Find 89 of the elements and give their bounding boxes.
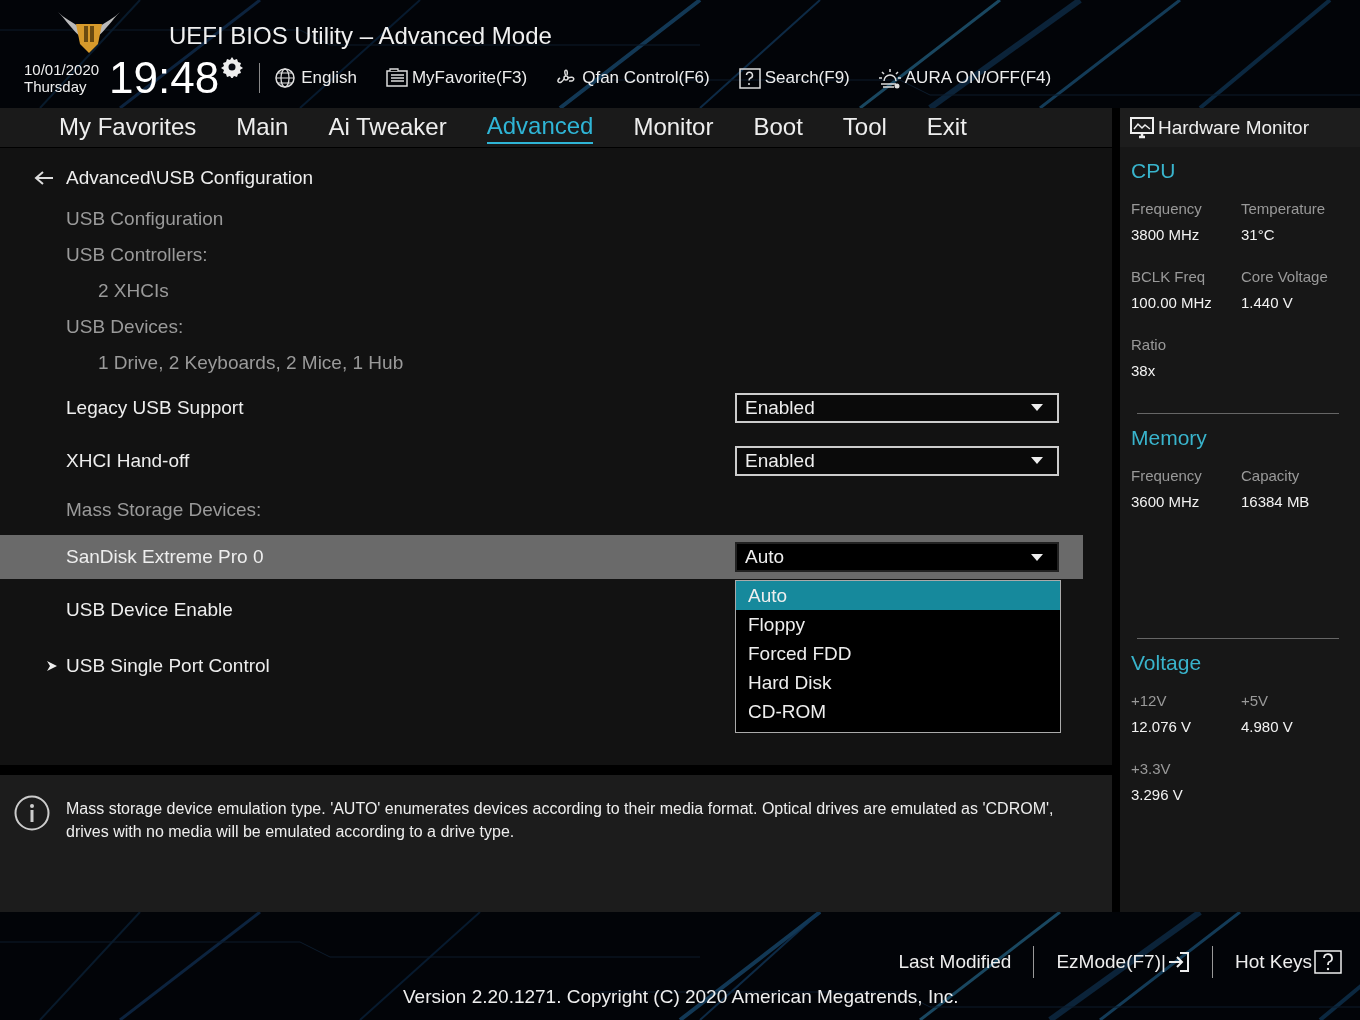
setting-label: SanDisk Extreme Pro 0 <box>66 546 264 568</box>
section-title: Voltage <box>1131 651 1203 675</box>
toolbar-button[interactable]: Search(F9) <box>737 66 850 90</box>
menu-tab[interactable]: Monitor <box>633 112 714 143</box>
reading-value: 3600 MHz <box>1131 492 1201 512</box>
menu-tab[interactable]: Boot <box>753 112 803 143</box>
info-icon <box>14 795 50 831</box>
setting-row[interactable]: USB Devices: <box>0 309 666 345</box>
setting-row[interactable]: 2 XHCIs <box>0 273 698 309</box>
menu-tab[interactable]: Exit <box>926 112 967 143</box>
info-text: 2 XHCIs <box>98 280 169 302</box>
help-icon <box>737 66 762 90</box>
reading-label: Frequency <box>1131 466 1203 486</box>
reading-label: Temperature <box>1241 199 1327 219</box>
section-title: CPU <box>1131 159 1177 183</box>
reading-value: 100.00 MHz <box>1131 293 1213 313</box>
reading-value: 31°C <box>1241 225 1276 245</box>
reading-label: Frequency <box>1131 199 1203 219</box>
info-text: USB Controllers: <box>66 244 208 266</box>
caret-icon <box>1031 457 1043 464</box>
footer-button[interactable]: Hot Keys <box>1234 950 1342 974</box>
footer-button[interactable]: Last Modified <box>898 951 1012 973</box>
reading-value: 4.980 V <box>1241 717 1294 737</box>
setting-row[interactable]: USB Controllers: <box>0 237 666 273</box>
caret-icon <box>1031 553 1043 561</box>
setting-row[interactable]: Legacy USB Support Enabled <box>0 381 1083 434</box>
reading-label: +3.3V <box>1131 759 1172 779</box>
toolbar-button[interactable]: MyFavorite(F3) <box>384 66 528 90</box>
reading-value: 3.296 V <box>1131 785 1184 805</box>
dropdown-option[interactable]: Hard Disk <box>736 668 1060 697</box>
menu-tab[interactable]: My Favorites <box>59 112 197 143</box>
reading-label: +12V <box>1131 691 1168 711</box>
reading-value: 3800 MHz <box>1131 225 1201 245</box>
dropdown-option[interactable]: CD-ROM <box>736 697 1060 726</box>
reading-value: 38x <box>1131 361 1157 381</box>
reading-label: Core Voltage <box>1241 267 1329 287</box>
breadcrumb-text: Advanced\USB Configuration <box>66 167 314 189</box>
caret-icon <box>1031 404 1043 411</box>
toolbar-button[interactable]: English <box>274 66 357 90</box>
help-icon <box>1314 950 1342 974</box>
monitor-icon <box>1130 115 1154 140</box>
back-arrow-icon <box>34 170 54 186</box>
footer-button[interactable]: EzMode(F7)| <box>1056 951 1190 973</box>
submenu-arrow-icon <box>46 659 58 672</box>
panel-title: Hardware Monitor <box>1158 116 1309 139</box>
info-text: USB Configuration <box>66 208 224 230</box>
menu-tab[interactable]: Ai Tweaker <box>328 112 447 143</box>
setting-row[interactable]: XHCI Hand-off Enabled <box>0 434 1083 487</box>
reading-label: +5V <box>1241 691 1270 711</box>
setting-row[interactable]: Mass Storage Devices: <box>0 487 666 533</box>
setting-label: XHCI Hand-off <box>66 449 190 472</box>
dropdown-option[interactable]: Floppy <box>736 610 1060 639</box>
setting-label: USB Device Enable <box>66 599 233 621</box>
reading-value: 12.076 V <box>1131 717 1193 737</box>
reading-label: Capacity <box>1241 466 1301 486</box>
reading-value: 16384 MB <box>1241 492 1311 512</box>
section-title: Memory <box>1131 426 1208 450</box>
info-text: 1 Drive, 2 Keyboards, 2 Mice, 1 Hub <box>98 352 404 374</box>
version-text: Version 2.20.1271. Copyright (C) 2020 American Megatrends, Inc. <box>403 986 959 1008</box>
setting-row[interactable]: USB Device Enable <box>0 582 666 638</box>
setting-label: USB Single Port Control <box>66 654 270 677</box>
setting-row[interactable]: USB Configuration <box>0 201 666 237</box>
setting-row[interactable]: 1 Drive, 2 Keyboards, 2 Mice, 1 Hub <box>0 345 698 381</box>
menu-tab[interactable]: Advanced <box>486 111 594 144</box>
toolbar-button[interactable]: AURA ON/OFF(F4) <box>877 66 1052 90</box>
lamp-icon <box>877 66 902 90</box>
reading-label: Ratio <box>1131 335 1168 355</box>
weekday-text: Thursday <box>24 78 88 95</box>
reading-value: 1.440 V <box>1241 293 1294 313</box>
list-icon <box>384 66 409 90</box>
help-text: Mass storage device emulation type. 'AUTO' enumerates devices according to their media format. Optical drives are emulated as 'CDROM', drives with no media will be emulated according to a drive type. <box>66 799 1055 842</box>
clock-text: 19:48 <box>109 54 220 102</box>
exit-arrow-icon <box>1167 952 1190 972</box>
dropdown-field[interactable]: Enabled <box>735 392 1059 423</box>
settings-icon <box>221 56 244 78</box>
dropdown-field[interactable]: Enabled <box>735 445 1059 476</box>
setting-row[interactable]: USB Single Port Control <box>0 638 666 693</box>
setting-label: Legacy USB Support <box>66 396 244 419</box>
dropdown-option[interactable]: Auto <box>736 581 1060 610</box>
info-text: Mass Storage Devices: <box>66 499 262 521</box>
dropdown-option[interactable]: Forced FDD <box>736 639 1060 668</box>
window-title: UEFI BIOS Utility – Advanced Mode <box>169 22 552 50</box>
dropdown-field[interactable]: Auto <box>735 542 1059 572</box>
reading-label: BCLK Freq <box>1131 267 1207 287</box>
menu-tab[interactable]: Main <box>236 112 289 143</box>
toolbar-button[interactable]: Qfan Control(F6) <box>555 66 710 90</box>
date-text: 10/01/2020 <box>24 61 100 78</box>
info-text: USB Devices: <box>66 316 184 338</box>
menu-tab[interactable]: Tool <box>842 112 887 143</box>
